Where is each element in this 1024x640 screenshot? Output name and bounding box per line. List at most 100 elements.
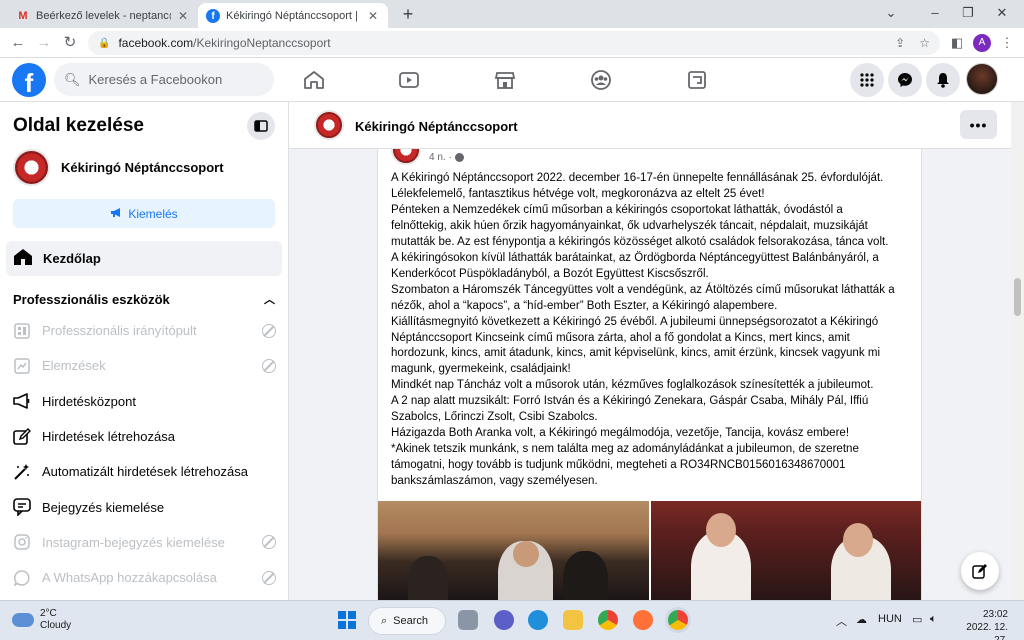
insights-icon [12,356,32,376]
page-header-name[interactable]: Kékiringó Néptáncсsoport [355,119,518,134]
close-window-button[interactable]: ✕ [980,0,1024,28]
page-header-bar: Kékiringó Néptáncсsoport ••• [289,102,1011,149]
whatsapp-icon [12,568,32,588]
chrome-icon[interactable] [598,610,618,630]
marketplace-nav-icon[interactable] [485,64,525,96]
firefox-icon[interactable] [633,610,653,630]
account-avatar[interactable] [966,63,998,95]
chevron-down-icon[interactable]: ⌄ [869,0,913,28]
post-line: Kiállításmegnyitó következett a Kékiring… [391,315,879,328]
post-line: Házigazda Both Aranka volt, a Kékiringó … [391,427,850,440]
lock-icon[interactable]: 🔒 [98,38,110,49]
windows-start-icon[interactable] [338,611,356,629]
post-line: támogatni, hogy tovább is tudjunk működn… [391,459,846,472]
sidebar-page-profile[interactable]: Kékiringó Néptáncсsoport [13,149,224,186]
new-tab-button[interactable]: + [398,4,418,25]
sidebar-item-dashboard[interactable]: Professzionális irányítópult [12,313,282,348]
edge-icon[interactable] [528,610,548,630]
promote-button[interactable]: Kiemelés [13,199,275,228]
close-tab-icon[interactable]: ✕ [176,9,190,23]
facebook-logo[interactable]: f [12,63,46,97]
professional-tools-section[interactable]: Professzionális eszközök ︿ [13,291,275,307]
onedrive-cloud-icon[interactable]: ☁ [856,613,867,626]
post-author-avatar[interactable] [391,149,421,165]
collapse-sidebar-icon[interactable] [247,112,275,140]
post-line: Szombaton a Háromszék Táncegyüttes volt … [391,283,895,296]
back-button[interactable]: ← [8,33,28,53]
browser-tab-gmail[interactable]: M Beérkező levelek - neptanc@kek ✕ [8,3,198,28]
page-scrollbar[interactable] [1011,102,1024,600]
sidebar-item-whatsapp[interactable]: A WhatsApp hozzákapcsolása [12,560,282,595]
teams-chat-icon[interactable] [494,610,514,630]
file-explorer-icon[interactable] [563,610,583,630]
sidebar-item-insights[interactable]: Elemzések [12,348,282,383]
browser-tab-facebook[interactable]: f Kékiringó Néptáncсsoport | Faceb ✕ [198,3,388,28]
url-text: facebook.com/KekiringoNeptanccsoport [118,36,331,50]
search-icon: ⌕ [381,614,388,627]
scrollbar-thumb[interactable] [1014,278,1021,316]
menu-grid-icon[interactable] [850,63,884,97]
tab-title: Kékiringó Néptáncсsoport | Faceb [226,9,361,22]
sidebar-item-boost-post[interactable]: Bejegyzés kiemelése [12,489,282,524]
post-photos [378,501,921,600]
post-meta: 4 n. · [429,152,464,163]
volume-icon[interactable]: 🔈︎ [930,613,937,626]
post-line: magunk, gyermekeink, családjaink! [391,363,571,376]
professional-tools-list: Professzionális irányítópult Elemzések H… [12,313,282,595]
sidebar-item-create-ads[interactable]: Hirdetések létrehozása [12,419,282,454]
sidebar-item-label: Elemzések [42,358,106,374]
weather-widget[interactable]: 2°C Cloudy [12,608,71,632]
address-bar[interactable]: 🔒 facebook.com/KekiringoNeptanccsoport ⇪… [88,31,940,55]
post-time[interactable]: 4 n. · [429,152,452,163]
display-icon[interactable]: ▭ [912,613,922,626]
post-line: bankszámlaszámon, vagy személyesen. [391,475,598,488]
sidebar-item-home[interactable]: Kezdőlap [6,241,282,276]
browser-toolbar: ← → ↻ 🔒 facebook.com/KekiringoNeptanccso… [0,28,1024,58]
chevron-up-icon[interactable]: ︿ [264,291,275,307]
post-photo[interactable] [651,501,921,600]
bookmark-star-icon[interactable]: ☆ [919,36,930,50]
edit-icon [12,427,32,447]
page-avatar [13,149,50,186]
unavailable-icon [262,570,276,585]
post-line: *Akinek tetszik munkánk, s nem találta m… [391,443,859,456]
sidebar-item-ad-center[interactable]: Hirdetésközpont [12,384,282,419]
more-options-button[interactable]: ••• [960,110,997,139]
page-avatar[interactable] [314,110,344,140]
sidebar-item-automated-ads[interactable]: Automatizált hirdetések létrehozása [12,454,282,489]
unavailable-icon [262,323,276,338]
search-icon: 🔍︎ [64,71,81,87]
search-input[interactable] [88,72,259,87]
close-tab-icon[interactable]: ✕ [366,9,380,23]
post-line: Néptáncсsoport Kincseink című műsora zár… [391,331,850,344]
post-line: Lélekfelemelő, fantasztikus hétvége volt… [391,187,765,200]
post-photo[interactable] [378,501,649,600]
chevron-up-icon[interactable]: ︿ [836,613,847,629]
home-nav-icon[interactable] [294,64,334,96]
post-card: 4 n. · A Kékiringó Néptáncсsoport 2022. … [377,149,922,600]
side-panel-icon[interactable]: ◧ [948,34,966,52]
task-view-icon[interactable] [458,610,478,630]
taskbar-clock[interactable]: 23:02 2022. 12. 27. [956,608,1008,640]
post-line: A 2 nap alatt muzsikált: Forró István és… [391,395,869,408]
groups-nav-icon[interactable] [581,64,621,96]
weather-condition: Cloudy [40,620,72,631]
sidebar-item-instagram-boost[interactable]: Instagram-bejegyzés kiemelése [12,525,282,560]
facebook-search[interactable]: 🔍︎ [54,63,274,96]
share-icon[interactable]: ⇪ [895,36,905,50]
taskbar-search[interactable]: ⌕ Search [368,607,446,635]
new-message-compose-button[interactable] [961,552,999,590]
forward-button[interactable]: → [34,33,54,53]
watch-nav-icon[interactable] [389,64,429,96]
post-line: nézők, ahol a “kapocs”, a “híd-ember” Bo… [391,299,778,312]
chrome-profile-icon[interactable] [668,610,688,630]
post-line: A kékiringósokon kívül láthatták barátai… [391,251,879,264]
gmail-icon: M [18,9,28,22]
menu-kebab-icon[interactable]: ⋮ [998,34,1016,52]
messenger-icon[interactable] [888,63,922,97]
gaming-nav-icon[interactable] [677,64,717,96]
profile-avatar[interactable]: A [973,34,991,52]
input-language[interactable]: HUN [878,613,902,625]
notifications-bell-icon[interactable] [926,63,960,97]
reload-button[interactable]: ↻ [60,33,80,53]
